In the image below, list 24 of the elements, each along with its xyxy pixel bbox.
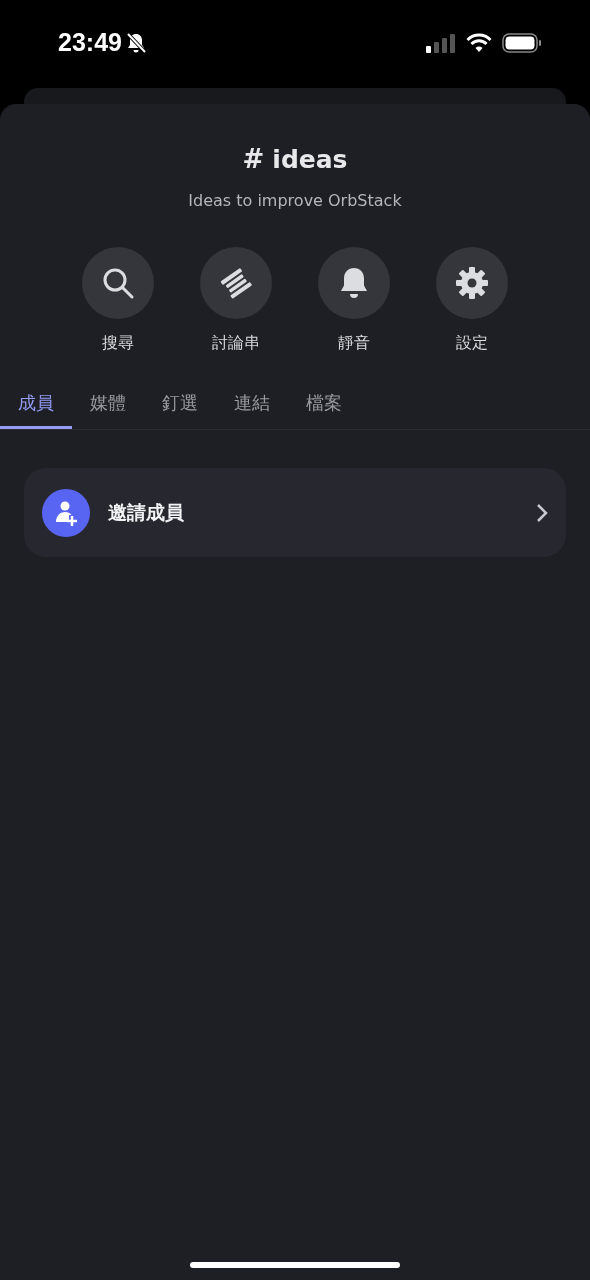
action-label: 設定 <box>456 332 488 354</box>
bell-icon <box>338 266 370 300</box>
signal-icon <box>426 33 456 53</box>
threads-icon <box>218 265 254 301</box>
hash-symbol: # <box>242 143 265 176</box>
tab[interactable]: 檔案 <box>288 383 360 429</box>
settings-icon <box>455 266 489 300</box>
tab[interactable]: 成員 <box>0 383 72 429</box>
invite-members-row[interactable]: 邀請成員 <box>24 468 566 557</box>
search-icon <box>101 266 135 300</box>
chevron-right-icon <box>536 502 548 523</box>
add-person-icon <box>42 488 90 537</box>
channel-topic: Ideas to improve OrbStack <box>188 190 402 212</box>
action-label: 討論串 <box>212 332 260 354</box>
status-time: 23:49 <box>58 27 122 59</box>
battery-icon <box>502 33 542 53</box>
tab[interactable]: 連結 <box>216 383 288 429</box>
channel-name: ideas <box>272 143 348 176</box>
tab[interactable]: 釘選 <box>144 383 216 429</box>
invite-label: 邀請成員 <box>108 500 185 526</box>
tab[interactable]: 媒體 <box>72 383 144 429</box>
action-label: 靜音 <box>338 332 370 354</box>
action-label: 搜尋 <box>102 332 134 354</box>
wifi-icon <box>466 33 492 53</box>
